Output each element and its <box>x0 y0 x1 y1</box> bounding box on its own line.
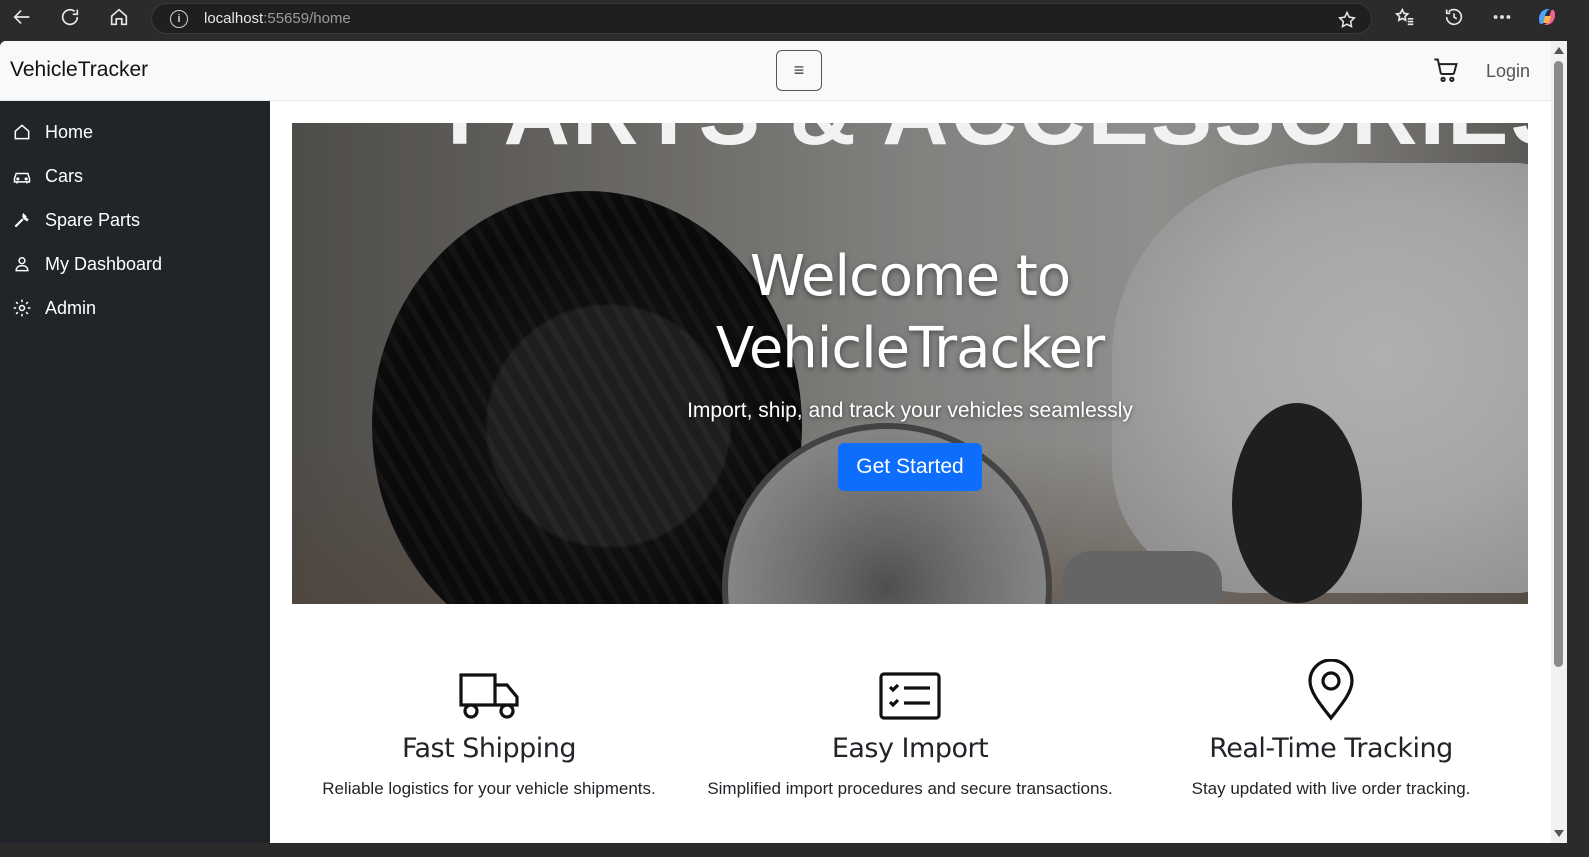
sidebar-item-label: Cars <box>45 165 84 186</box>
gear-icon <box>13 299 31 317</box>
features-section: Fast Shipping Reliable logistics for you… <box>270 659 1551 841</box>
url-text: localhost:55659/home <box>204 10 351 27</box>
sidebar-item-label: Admin <box>45 297 97 318</box>
hamburger-icon: ≡ <box>793 60 805 80</box>
scrollbar-thumb[interactable] <box>1554 61 1563 667</box>
top-navbar: VehicleTracker ≡ Login <box>0 41 1551 101</box>
feature-easy-import: Easy Import Simplified import procedures… <box>700 661 1120 802</box>
scroll-down-arrow-icon[interactable] <box>1554 830 1564 837</box>
hero-subtitle: Import, ship, and track your vehicles se… <box>687 399 1133 422</box>
map-pin-icon <box>1308 659 1354 721</box>
feature-text: Stay updated with live order tracking. <box>1191 779 1471 798</box>
checklist-icon <box>879 672 941 720</box>
feature-text: Simplified import procedures and secure … <box>707 779 1113 798</box>
favorites-icon[interactable] <box>1393 5 1417 29</box>
scroll-up-arrow-icon[interactable] <box>1554 47 1564 54</box>
browser-chrome: i localhost:55659/home <box>0 0 1589 41</box>
cart-icon[interactable] <box>1432 56 1460 89</box>
history-icon[interactable] <box>1442 5 1466 29</box>
hero-banner-text: PARTS & ACCESSORIES <box>447 123 1528 166</box>
back-icon[interactable] <box>10 5 34 29</box>
login-link[interactable]: Login <box>1486 61 1530 82</box>
main-content: PARTS & ACCESSORIES Welcome to VehicleTr… <box>270 101 1551 843</box>
sidebar-item-spare-parts[interactable]: Spare Parts <box>12 208 140 232</box>
sidebar-item-cars[interactable]: Cars <box>12 164 83 188</box>
refresh-icon[interactable] <box>58 5 82 29</box>
feature-fast-shipping: Fast Shipping Reliable logistics for you… <box>279 661 699 802</box>
get-started-button[interactable]: Get Started <box>838 443 982 491</box>
feature-text: Reliable logistics for your vehicle ship… <box>322 779 656 798</box>
sidebar-item-admin[interactable]: Admin <box>12 296 96 320</box>
more-options-icon[interactable] <box>1490 5 1514 29</box>
feature-title: Easy Import <box>831 733 989 764</box>
favorite-star-icon[interactable] <box>1337 10 1357 35</box>
sidebar-item-label: Spare Parts <box>45 209 141 230</box>
copilot-icon[interactable] <box>1535 5 1559 29</box>
sidebar-item-label: My Dashboard <box>45 253 163 274</box>
app-window: VehicleTracker ≡ Login Home Cars Spare P… <box>0 41 1551 843</box>
feature-title: Fast Shipping <box>401 733 577 764</box>
feature-real-time-tracking: Real-Time Tracking Stay updated with liv… <box>1121 659 1541 802</box>
truck-icon <box>459 673 519 719</box>
car-icon <box>13 172 31 184</box>
address-bar[interactable]: i localhost:55659/home <box>151 3 1372 34</box>
hero-content: Welcome to VehicleTracker Import, ship, … <box>292 241 1528 491</box>
menu-toggle-button[interactable]: ≡ <box>776 50 822 91</box>
hero-banner: PARTS & ACCESSORIES Welcome to VehicleTr… <box>292 123 1528 604</box>
home-icon <box>14 124 30 140</box>
sidebar-item-my-dashboard[interactable]: My Dashboard <box>12 252 162 276</box>
sidebar-item-label: Home <box>45 121 94 142</box>
wrench-icon <box>14 212 29 228</box>
site-info-icon[interactable]: i <box>170 9 188 28</box>
hero-title: Welcome to VehicleTracker <box>715 244 1105 381</box>
brand-logo-text[interactable]: VehicleTracker <box>10 58 148 82</box>
sidebar: Home Cars Spare Parts My Dashboard Admin <box>0 101 270 843</box>
home-browser-icon[interactable] <box>107 5 131 29</box>
sidebar-item-home[interactable]: Home <box>12 120 93 144</box>
user-icon <box>15 257 29 272</box>
page-scrollbar[interactable] <box>1551 41 1567 843</box>
feature-title: Real-Time Tracking <box>1209 733 1453 764</box>
